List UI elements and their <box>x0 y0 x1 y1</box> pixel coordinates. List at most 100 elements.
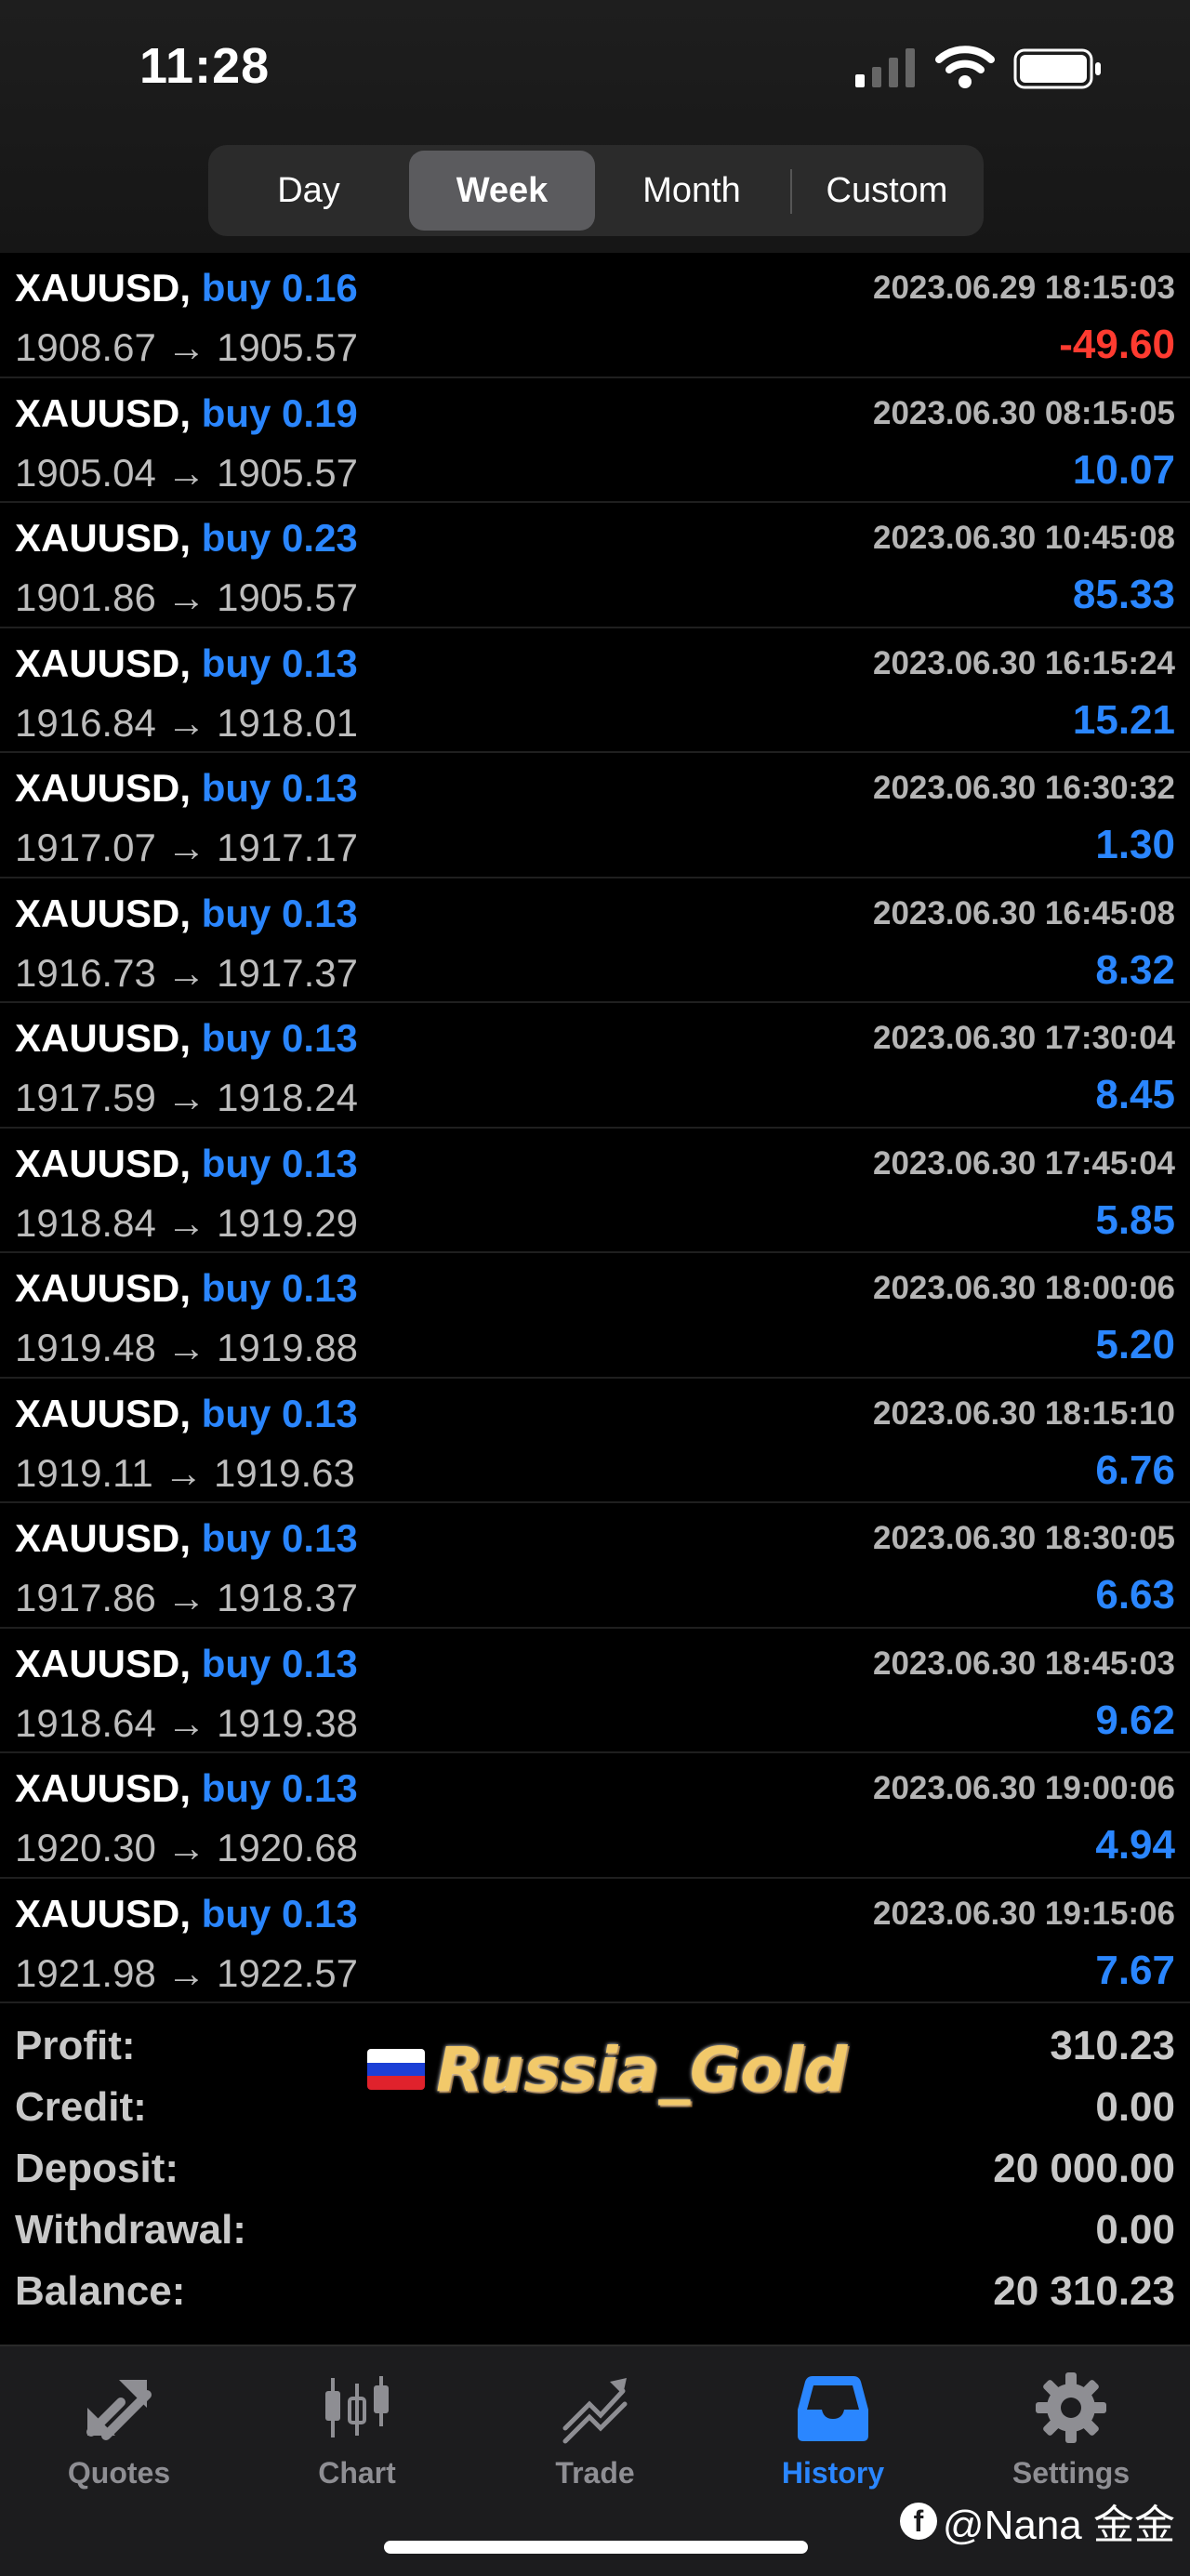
tab-week[interactable]: Week <box>409 151 595 231</box>
close-price: 1919.38 <box>217 1700 358 1745</box>
facebook-icon: f <box>899 2503 937 2540</box>
trade-profit: 6.76 <box>1095 1447 1175 1493</box>
trade-row[interactable]: XAUUSD, buy 0.13 1917.86 → 1918.37 2023.06… <box>0 1503 1190 1629</box>
trade-prices: 1918.64 → 1919.38 <box>15 1701 358 1746</box>
trade-profit: 10.07 <box>1072 446 1175 493</box>
trade-profit: 5.85 <box>1095 1196 1175 1243</box>
tab-chart[interactable]: Chart <box>238 2363 476 2503</box>
trade-symbol: XAUUSD, <box>15 641 192 685</box>
trade-symbol: XAUUSD, <box>15 266 192 310</box>
trade-prices: 1919.48 → 1919.88 <box>15 1326 358 1370</box>
open-price: 1916.84 <box>15 700 156 745</box>
tab-quotes-label: Quotes <box>67 2456 171 2490</box>
trade-row[interactable]: XAUUSD, buy 0.13 1919.11 → 1919.63 2023.06… <box>0 1379 1190 1503</box>
open-price: 1908.67 <box>15 325 156 369</box>
trade-time: 2023.06.30 16:30:32 <box>873 770 1175 806</box>
trade-symbol: XAUUSD, <box>15 1266 192 1310</box>
trade-action: buy 0.13 <box>201 641 358 685</box>
arrow-icon: → <box>166 1826 206 1869</box>
trade-symbol-line: XAUUSD, buy 0.13 <box>15 641 358 686</box>
summary-withdrawal-row: Withdrawal: 0.00 <box>0 2200 1190 2261</box>
trade-profit: -49.60 <box>1059 322 1175 367</box>
trade-time: 2023.06.30 17:45:04 <box>873 1144 1175 1182</box>
open-price: 1919.48 <box>15 1326 156 1369</box>
withdrawal-label: Withdrawal: <box>15 2207 246 2252</box>
trade-row[interactable]: XAUUSD, buy 0.13 1918.84 → 1919.29 2023.06… <box>0 1129 1190 1253</box>
trade-action: buy 0.13 <box>201 1391 358 1435</box>
profit-label: Profit: <box>15 2023 136 2068</box>
arrow-icon: → <box>164 1450 204 1495</box>
open-price: 1918.84 <box>15 1200 156 1245</box>
trade-time: 2023.06.30 16:15:24 <box>873 644 1175 681</box>
trade-symbol-line: XAUUSD, buy 0.13 <box>15 1766 358 1811</box>
gear-icon <box>1036 2372 1106 2443</box>
arrow-icon: → <box>166 575 206 619</box>
trade-symbol-line: XAUUSD, buy 0.13 <box>15 1642 358 1686</box>
status-time: 11:28 <box>139 38 271 94</box>
open-price: 1916.73 <box>15 950 156 995</box>
wifi-icon <box>935 46 995 88</box>
trade-row[interactable]: XAUUSD, buy 0.13 1917.07 → 1917.17 2023.06… <box>0 753 1190 878</box>
arrow-icon: → <box>166 700 206 745</box>
trade-row[interactable]: XAUUSD, buy 0.13 1920.30 → 1920.68 2023.06… <box>0 1753 1190 1879</box>
trade-row[interactable]: XAUUSD, buy 0.13 1919.48 → 1919.88 2023.06… <box>0 1253 1190 1379</box>
trade-prices: 1908.67 → 1905.57 <box>15 325 358 370</box>
trade-row[interactable]: XAUUSD, buy 0.13 1921.98 → 1922.57 2023.06… <box>0 1879 1190 2003</box>
arrow-icon: → <box>166 1700 206 1745</box>
open-price: 1921.98 <box>15 1950 156 1995</box>
tab-custom[interactable]: Custom <box>794 151 980 231</box>
credit-value: 0.00 <box>1095 2084 1175 2130</box>
trade-row[interactable]: XAUUSD, buy 0.13 1916.73 → 1917.37 2023.06… <box>0 878 1190 1003</box>
trade-time: 2023.06.30 18:00:06 <box>873 1270 1175 1306</box>
trade-row[interactable]: XAUUSD, buy 0.13 1917.59 → 1918.24 2023.06… <box>0 1003 1190 1129</box>
trade-time: 2023.06.30 17:30:04 <box>873 1020 1175 1056</box>
tab-day[interactable]: Day <box>216 151 402 231</box>
trade-row[interactable]: XAUUSD, buy 0.13 1916.84 → 1918.01 2023.06… <box>0 628 1190 753</box>
trade-prices: 1916.84 → 1918.01 <box>15 701 358 746</box>
trade-history-list: XAUUSD, buy 0.16 1908.67 → 1905.57 2023.06… <box>0 253 1190 2003</box>
tab-trade[interactable]: Trade <box>476 2363 714 2503</box>
trade-action: buy 0.23 <box>201 516 358 560</box>
trade-time: 2023.06.30 16:45:08 <box>873 894 1175 931</box>
trade-prices: 1901.86 → 1905.57 <box>15 575 358 620</box>
trade-symbol-line: XAUUSD, buy 0.13 <box>15 1266 358 1311</box>
trade-profit: 85.33 <box>1072 572 1175 617</box>
trade-symbol: XAUUSD, <box>15 1891 192 1935</box>
author-credit: f @Nana 金金 <box>899 2491 1175 2551</box>
trade-profit: 5.20 <box>1095 1322 1175 1367</box>
trade-symbol-line: XAUUSD, buy 0.13 <box>15 1516 358 1561</box>
trade-time: 2023.06.30 18:30:05 <box>873 1520 1175 1556</box>
trade-time: 2023.06.30 19:00:06 <box>873 1770 1175 1806</box>
trade-prices: 1920.30 → 1920.68 <box>15 1826 358 1870</box>
trade-symbol: XAUUSD, <box>15 1516 192 1560</box>
tab-history[interactable]: History <box>714 2363 952 2503</box>
trade-action: buy 0.13 <box>201 766 358 810</box>
close-price: 1917.17 <box>217 826 358 869</box>
credit-label: Credit: <box>15 2084 147 2130</box>
trade-row[interactable]: XAUUSD, buy 0.16 1908.67 → 1905.57 2023.06… <box>0 253 1190 378</box>
trade-symbol-line: XAUUSD, buy 0.13 <box>15 892 358 936</box>
trade-row[interactable]: XAUUSD, buy 0.23 1901.86 → 1905.57 2023.06… <box>0 503 1190 628</box>
watermark: Russia_Gold <box>367 2032 847 2107</box>
close-price: 1918.01 <box>217 700 358 745</box>
trade-symbol: XAUUSD, <box>15 1016 192 1060</box>
home-indicator[interactable] <box>384 2541 808 2554</box>
trade-profit: 15.21 <box>1072 696 1175 743</box>
battery-icon <box>1013 48 1101 89</box>
tab-month[interactable]: Month <box>599 151 785 231</box>
tab-settings[interactable]: Settings <box>952 2363 1190 2503</box>
trade-row[interactable]: XAUUSD, buy 0.19 1905.04 → 1905.57 2023.06… <box>0 378 1190 503</box>
trade-symbol-line: XAUUSD, buy 0.19 <box>15 391 358 436</box>
tab-quotes[interactable]: Quotes <box>0 2363 238 2503</box>
arrow-icon: → <box>166 826 206 869</box>
trade-profit: 8.32 <box>1095 946 1175 993</box>
trade-row[interactable]: XAUUSD, buy 0.13 1918.64 → 1919.38 2023.06… <box>0 1629 1190 1753</box>
close-price: 1905.57 <box>217 575 358 619</box>
trade-action: buy 0.13 <box>201 1891 358 1935</box>
open-price: 1917.07 <box>15 826 156 869</box>
summary-balance-row: Balance: 20 310.23 <box>0 2261 1190 2322</box>
trade-action: buy 0.13 <box>201 1266 358 1310</box>
trade-symbol-line: XAUUSD, buy 0.13 <box>15 1892 358 1936</box>
author-credit-text: @Nana 金金 <box>942 2503 1175 2548</box>
withdrawal-value: 0.00 <box>1095 2207 1175 2252</box>
